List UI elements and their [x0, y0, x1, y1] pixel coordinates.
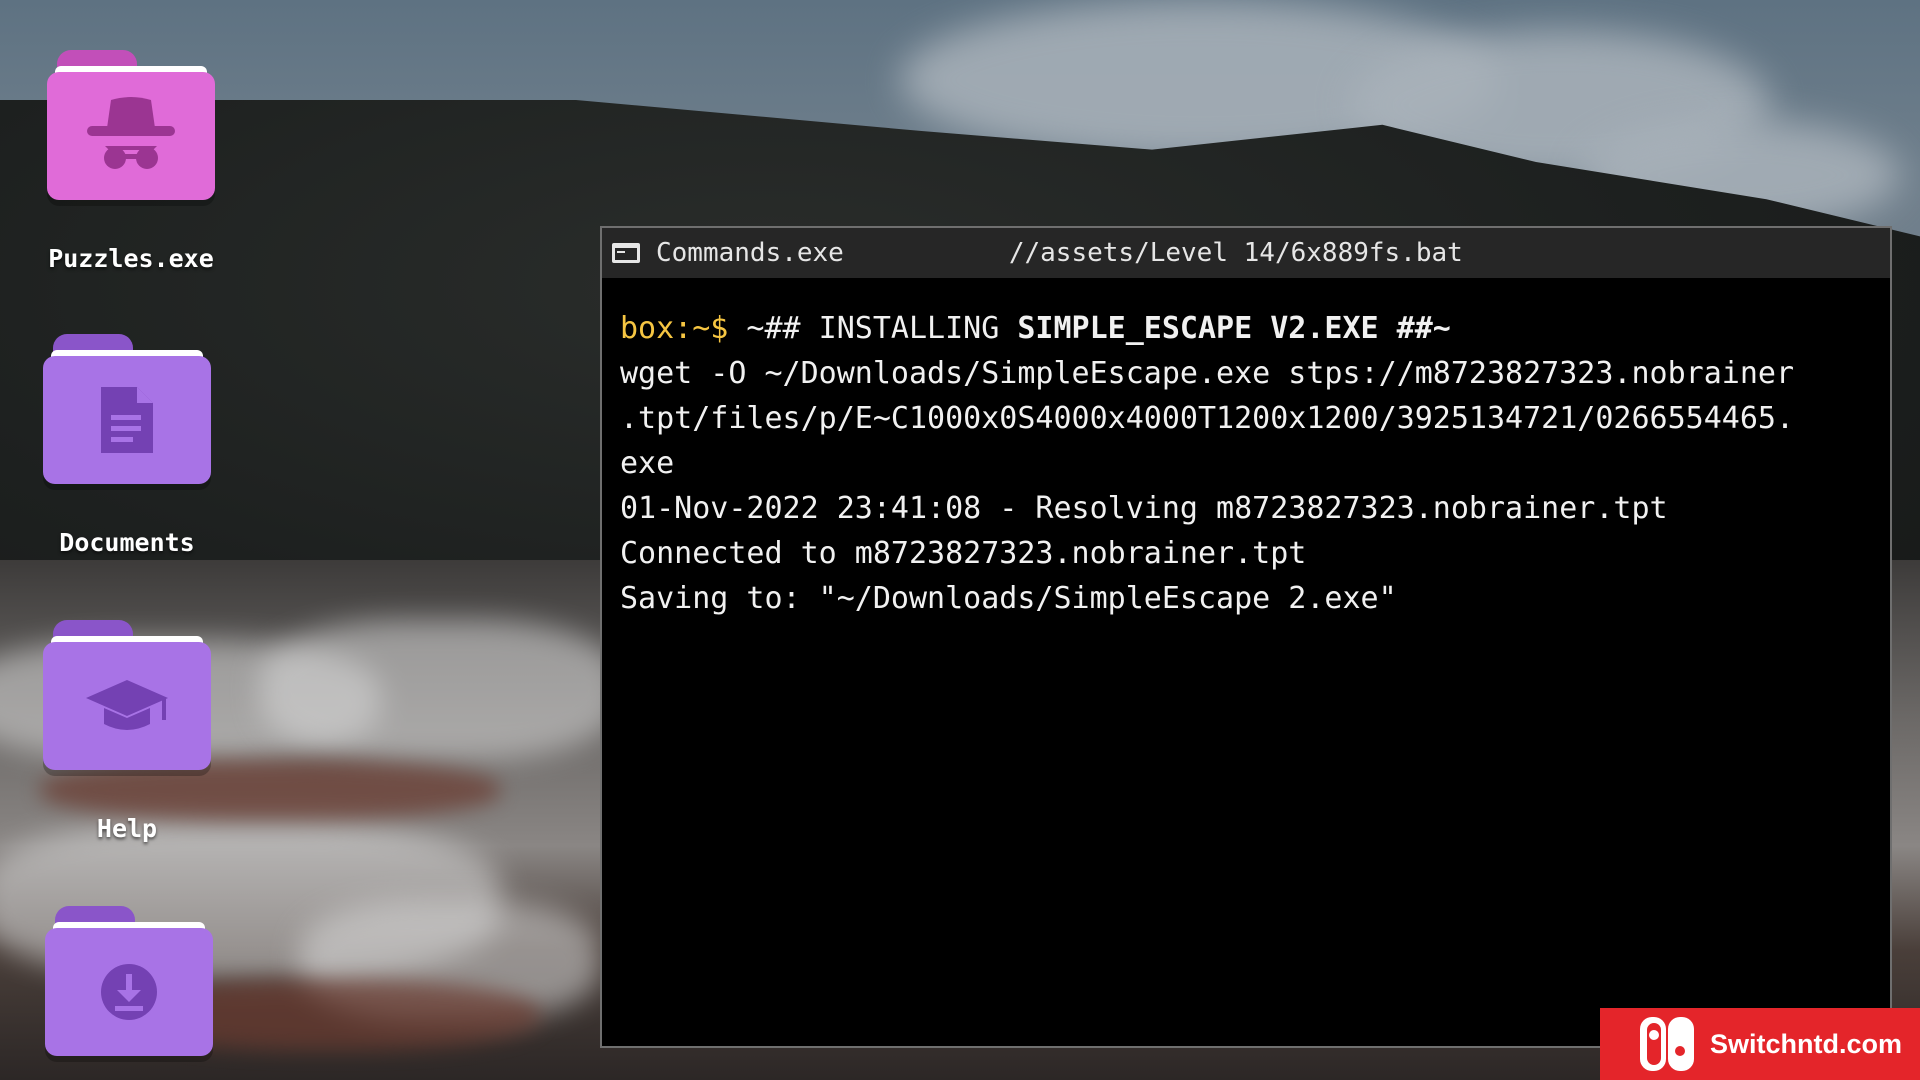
terminal-path: //assets/Level 14/6x889fs.bat: [1008, 238, 1463, 268]
terminal-line: exe: [620, 446, 675, 481]
document-icon: [101, 387, 153, 453]
terminal-output[interactable]: box:~$ ~## INSTALLING SIMPLE_ESCAPE V2.E…: [602, 278, 1890, 621]
terminal-window[interactable]: Commands.exe //assets/Level 14/6x889fs.b…: [600, 226, 1892, 1048]
folder-icon: [43, 620, 211, 770]
folder-icon: [45, 906, 213, 1056]
folder-icon: [43, 334, 211, 484]
watermark-text: Switchntd.com: [1710, 1028, 1903, 1059]
desktop-icon-label: Help: [96, 814, 158, 843]
desktop-icon-help[interactable]: Help: [2, 620, 252, 843]
terminal-line: wget -O ~/Downloads/SimpleEscape.exe stp…: [620, 356, 1794, 391]
terminal-titlebar[interactable]: Commands.exe //assets/Level 14/6x889fs.b…: [602, 228, 1890, 278]
terminal-prompt: box:~$: [620, 311, 729, 346]
download-icon: [101, 964, 157, 1020]
detective-icon: [87, 97, 175, 169]
desktop-icon-label: Documents: [59, 528, 195, 557]
command-bold: SIMPLE_ESCAPE V2.EXE ##~: [1017, 311, 1451, 346]
command-prefix: ~## INSTALLING: [728, 311, 1018, 346]
wallpaper-foam: [260, 620, 620, 760]
terminal-line: Connected to m8723827323.nobrainer.tpt: [620, 536, 1307, 571]
desktop-icon-label: Puzzles.exe: [48, 244, 214, 273]
folder-icon: [47, 50, 215, 200]
desktop-icon-puzzles[interactable]: Puzzles.exe: [6, 50, 256, 273]
terminal-line: .tpt/files/p/E~C1000x0S4000x4000T1200x12…: [620, 401, 1794, 436]
terminal-title: Commands.exe: [656, 238, 844, 268]
desktop-icon-downloads[interactable]: [4, 906, 254, 1056]
terminal-icon: [612, 243, 640, 263]
terminal-line: Saving to: "~/Downloads/SimpleEscape 2.e…: [620, 581, 1397, 616]
desktop-icon-documents[interactable]: Documents: [2, 334, 252, 557]
watermark-banner: Switchntd.com: [1600, 1008, 1920, 1080]
switch-logo-icon: [1640, 1017, 1694, 1071]
graduation-cap-icon: [86, 680, 168, 730]
terminal-line: 01-Nov-2022 23:41:08 - Resolving m872382…: [620, 491, 1668, 526]
terminal-command-line: box:~$ ~## INSTALLING SIMPLE_ESCAPE V2.E…: [620, 306, 1874, 351]
